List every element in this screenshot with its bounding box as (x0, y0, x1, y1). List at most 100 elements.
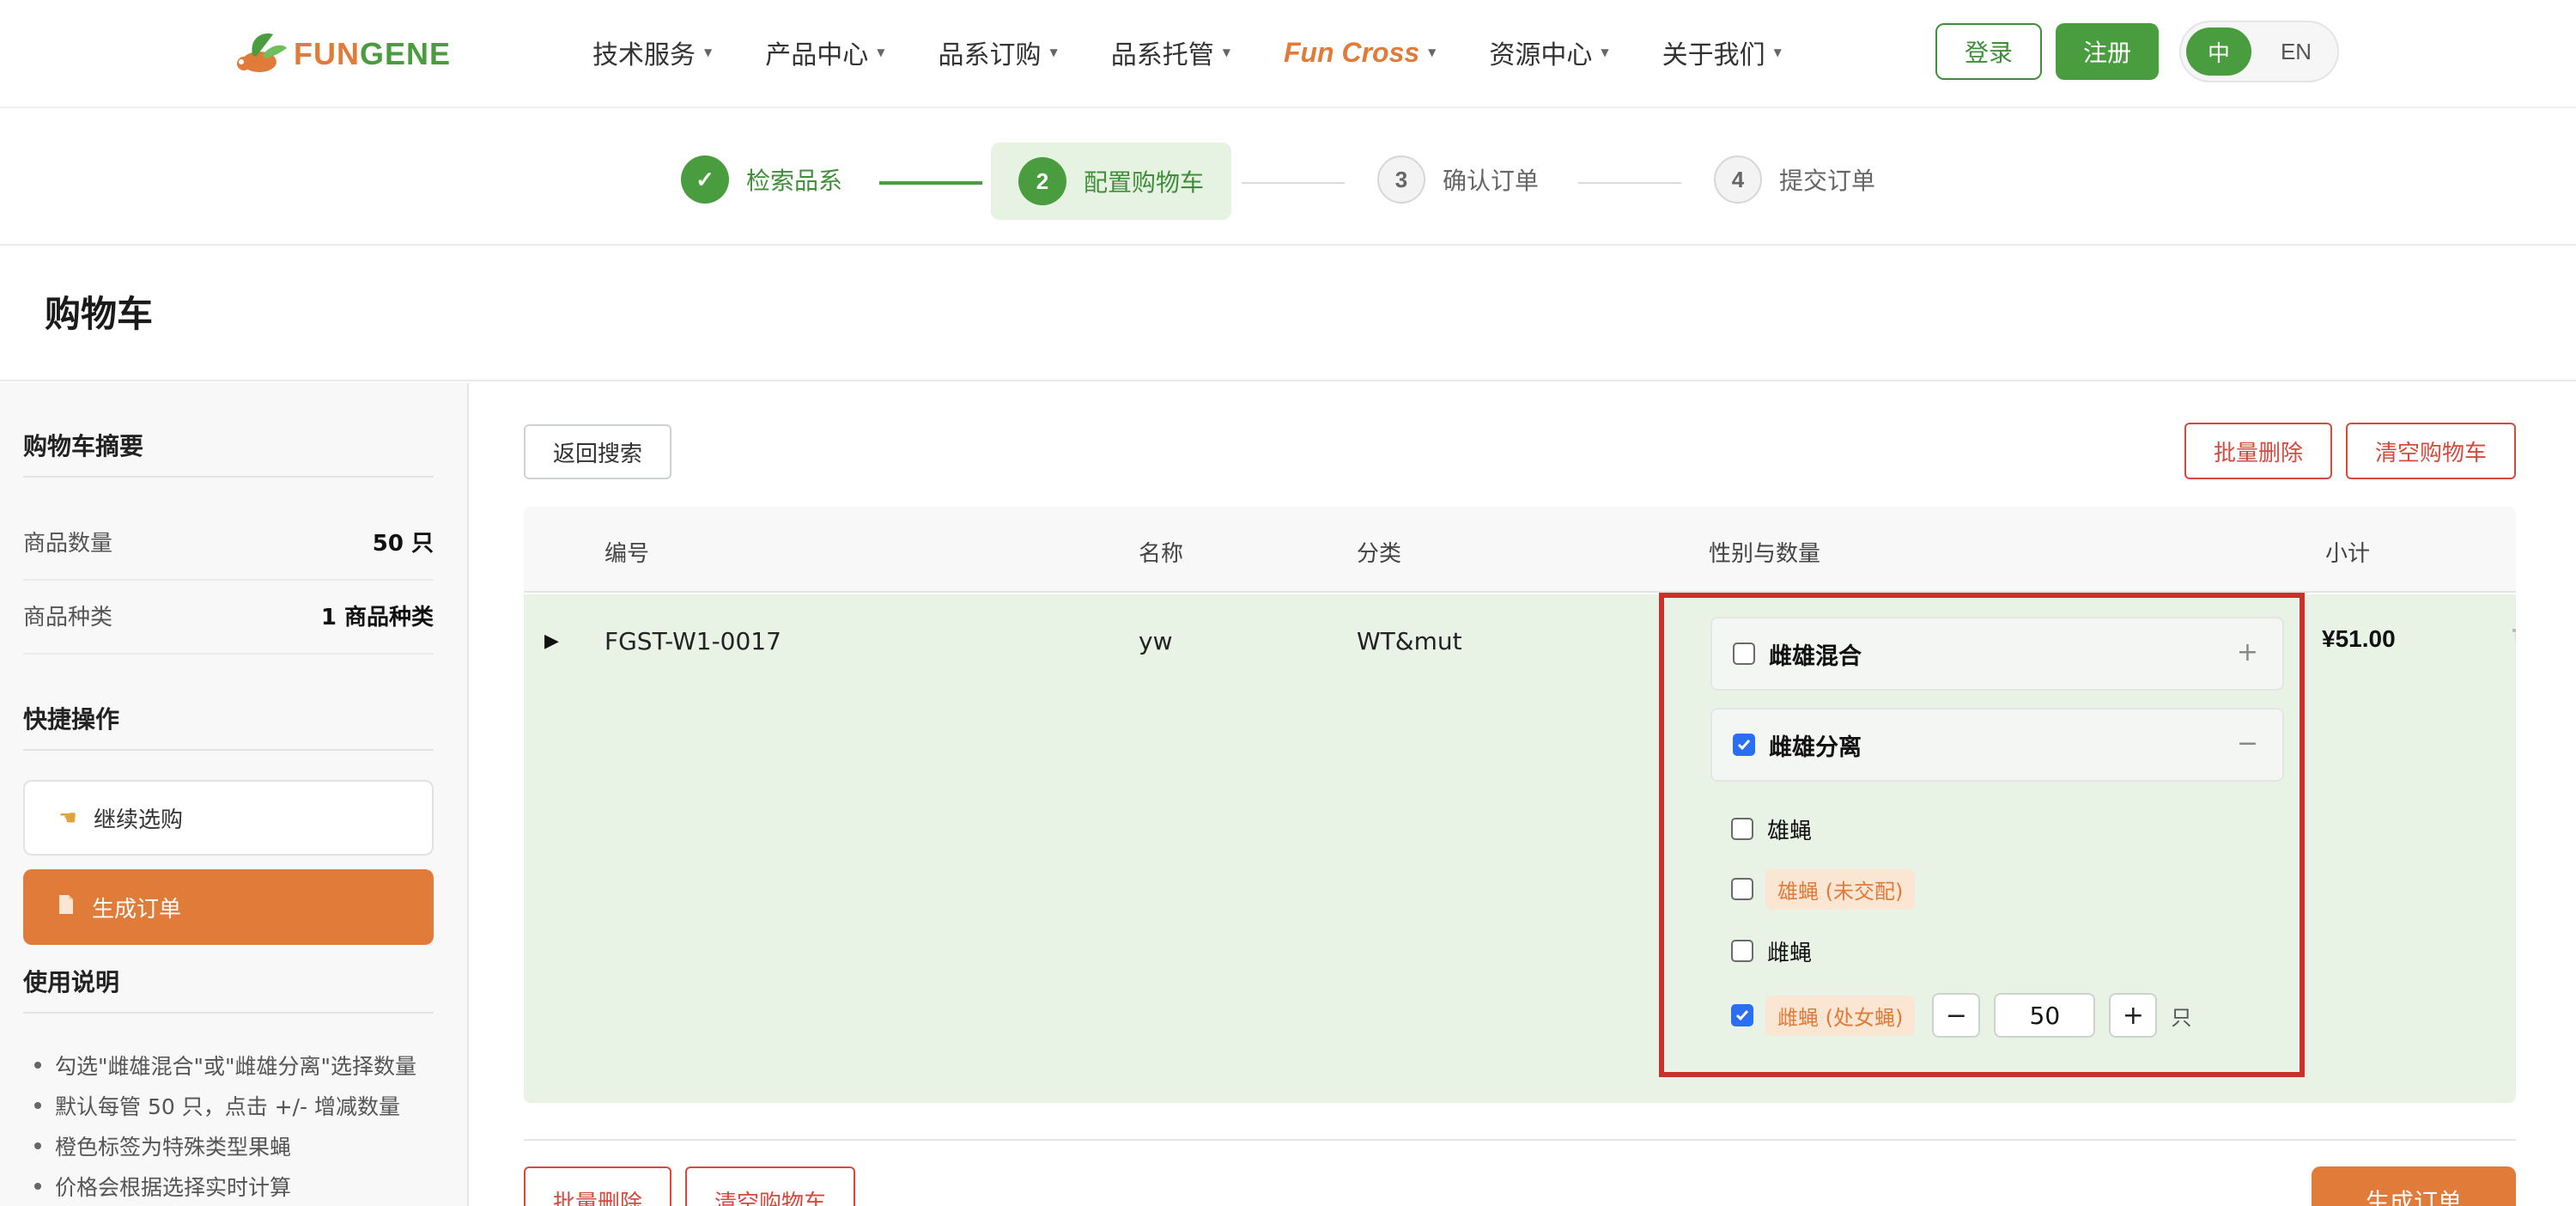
bullet (34, 1061, 41, 1069)
trash-icon[interactable] (2509, 624, 2516, 658)
divider (23, 579, 434, 581)
group-label: 雌雄分离 (1769, 734, 1862, 761)
female-virgin-checkbox[interactable] (1731, 1004, 1753, 1026)
nav-label: 产品中心 (765, 40, 869, 70)
mixed-sex-checkbox[interactable] (1733, 643, 1755, 665)
decrease-quantity-button[interactable]: − (1932, 993, 1981, 1038)
table-header: 编号 名称 分类 性别与数量 小计 (524, 507, 2516, 593)
button-label: 生成订单 (92, 896, 182, 923)
divider (524, 1139, 2516, 1141)
mixed-sex-group[interactable]: 雌雄混合 + (1710, 617, 2284, 691)
nav-label: 品系托管 (1110, 40, 1214, 70)
usage-item: 默认每管 50 只，点击 +/- 增减数量 (34, 1085, 464, 1125)
nav-label: 技术服务 (592, 40, 696, 70)
main-menu: 技术服务 ▼ 产品中心 ▼ 品系订购 ▼ 品系托管 ▼ Fun Cross ▼ 资源中心 ▼… (592, 0, 1835, 105)
expand-row-icon[interactable]: ▶ (544, 630, 559, 652)
check-icon: ✓ (681, 155, 729, 204)
lang-en-option[interactable]: EN (2263, 27, 2329, 76)
option-female-virgin: 雌蝇 (处女蝇) − + 只 (1731, 991, 2191, 1039)
male-checkbox[interactable] (1731, 818, 1753, 840)
order-stepper (0, 108, 2576, 246)
collapse-minus-icon[interactable]: − (2237, 728, 2258, 758)
batch-delete-button[interactable]: 批量删除 (2184, 423, 2332, 479)
back-to-search-button[interactable]: 返回搜索 (524, 424, 671, 479)
cart-table: 编号 名称 分类 性别与数量 小计 ▶ FGST-W1-0017 yw WT&m… (524, 507, 2516, 1103)
option-label: 雄蝇 (1767, 818, 1813, 844)
column-header-sex-qty: 性别与数量 (1709, 541, 1821, 567)
clear-cart-button[interactable]: 清空购物车 (2346, 423, 2516, 479)
bullet (34, 1142, 41, 1149)
expand-plus-icon[interactable]: + (2237, 637, 2258, 667)
nav-tech-services[interactable]: 技术服务 ▼ (592, 34, 712, 71)
nav-fun-cross[interactable]: Fun Cross ▼ (1284, 37, 1436, 69)
special-type-tag: 雄蝇 (未交配) (1765, 868, 1916, 910)
column-header-id: 编号 (605, 541, 650, 567)
summary-kind-count: 商品种类 1 商品种类 (23, 600, 434, 631)
usage-item: 橙色标签为特殊类型果蝇 (34, 1125, 464, 1166)
fly-logo-icon (237, 34, 287, 72)
usage-list: 勾选"雌雄混合"或"雌雄分离"选择数量 默认每管 50 只，点击 +/- 增减数… (34, 1045, 464, 1206)
nav-strain-order[interactable]: 品系订购 ▼ (938, 34, 1057, 71)
strain-name: yw (1139, 627, 1173, 655)
nav-label: Fun Cross (1283, 36, 1420, 68)
nav-resources[interactable]: 资源中心 ▼ (1489, 34, 1608, 71)
separated-sex-group[interactable]: 雌雄分离 − (1710, 708, 2284, 782)
row-subtotal: ¥51.00 (2322, 625, 2396, 652)
divider (23, 653, 434, 655)
cart-main: 返回搜索 批量删除 清空购物车 编号 名称 分类 性别与数量 小计 ▶ FGST… (471, 383, 2576, 1206)
nav-label: 资源中心 (1489, 40, 1593, 70)
group-label: 雌雄混合 (1769, 643, 1862, 670)
nav-products[interactable]: 产品中心 ▼ (765, 34, 884, 71)
step-connector (1242, 182, 1345, 184)
summary-key: 商品数量 (23, 531, 113, 557)
register-button[interactable]: 注册 (2056, 23, 2159, 80)
step-label: 配置购物车 (1084, 168, 1205, 197)
option-male: 雄蝇 (1731, 807, 1812, 850)
continue-shopping-button[interactable]: ☚ 继续选购 (23, 780, 434, 856)
batch-delete-bottom-button[interactable]: 批量删除 (524, 1166, 671, 1206)
step-number: 4 (1714, 155, 1762, 204)
login-button[interactable]: 登录 (1935, 23, 2042, 80)
increase-quantity-button[interactable]: + (2109, 993, 2158, 1038)
female-checkbox[interactable] (1731, 940, 1753, 962)
caret-down-icon: ▼ (704, 46, 713, 58)
bullet (34, 1101, 41, 1109)
step-label: 确认订单 (1443, 167, 1540, 195)
summary-heading: 购物车摘要 (23, 432, 144, 460)
divider (23, 476, 434, 478)
usage-heading: 使用说明 (23, 968, 120, 996)
male-unmated-checkbox[interactable] (1731, 878, 1753, 900)
column-header-subtotal: 小计 (2325, 541, 2371, 567)
generate-order-sidebar-button[interactable]: 生成订单 (23, 869, 434, 945)
quantity-unit: 只 (2171, 1005, 2192, 1030)
quantity-input[interactable] (1994, 993, 2096, 1038)
caret-down-icon: ▼ (1428, 46, 1437, 58)
nav-about[interactable]: 关于我们 ▼ (1662, 34, 1782, 71)
step-submit-order: 4 提交订单 (1714, 141, 1875, 218)
divider (23, 1012, 434, 1014)
column-header-name: 名称 (1139, 541, 1184, 567)
page-title: 购物车 (45, 293, 154, 335)
step-connector (1578, 182, 1681, 184)
button-label: 继续选购 (94, 807, 184, 833)
quantity-stepper: − + 只 (1932, 993, 2191, 1038)
document-icon (52, 894, 80, 920)
divider (23, 749, 434, 751)
brand-logo[interactable]: FUNGENE (234, 29, 451, 79)
nav-label: 关于我们 (1662, 40, 1765, 70)
lang-zh-option[interactable]: 中 (2186, 27, 2251, 76)
caret-down-icon: ▼ (1049, 46, 1058, 58)
generate-order-button[interactable]: 生成订单 (2312, 1166, 2516, 1206)
caret-down-icon: ▼ (1773, 46, 1782, 58)
column-header-category: 分类 (1357, 541, 1402, 567)
step-search-strain: ✓ 检索品系 (681, 141, 842, 218)
summary-item-count: 商品数量 50 只 (23, 526, 434, 557)
nav-strain-custody[interactable]: 品系托管 ▼ (1111, 34, 1230, 71)
separated-sex-checkbox[interactable] (1733, 734, 1755, 756)
usage-text: 勾选"雌雄混合"或"雌雄分离"选择数量 (55, 1053, 416, 1079)
special-type-tag: 雌蝇 (处女蝇) (1765, 995, 1916, 1036)
caret-down-icon: ▼ (1601, 46, 1609, 58)
summary-value: 50 只 (372, 531, 434, 557)
clear-cart-bottom-button[interactable]: 清空购物车 (685, 1166, 855, 1206)
nav-label: 品系订购 (938, 40, 1042, 70)
